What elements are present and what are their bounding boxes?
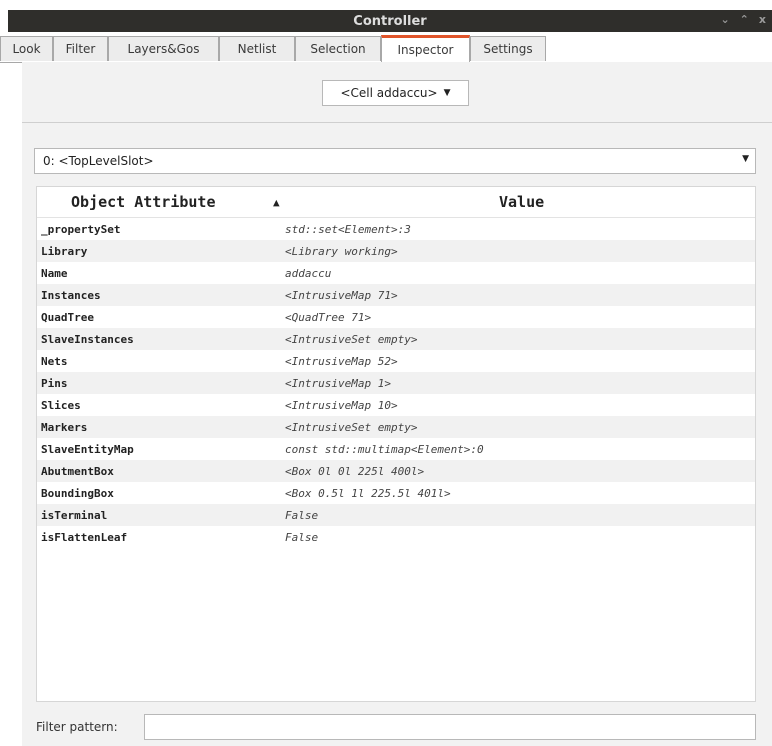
row-value: <IntrusiveMap 1>: [285, 376, 391, 390]
row-attribute: isFlattenLeaf: [41, 530, 128, 544]
row-value: <Box 0.5l 1l 225.5l 401l>: [285, 486, 451, 500]
cell-select[interactable]: <Cell addaccu> ▼: [322, 80, 469, 106]
table-row[interactable]: Slices <IntrusiveMap 10>: [37, 394, 755, 416]
row-value: <IntrusiveMap 71>: [285, 288, 398, 302]
table-body: _propertySet std::set<Element>:3 Library <…: [37, 218, 755, 548]
tab-inspector[interactable]: Inspector: [381, 35, 470, 62]
row-attribute: Nets: [41, 354, 68, 368]
table-row[interactable]: Instances <IntrusiveMap 71>: [37, 284, 755, 306]
table-row[interactable]: Pins <IntrusiveMap 1>: [37, 372, 755, 394]
table-row[interactable]: Markers <IntrusiveSet empty>: [37, 416, 755, 438]
tab-look[interactable]: Look: [0, 36, 53, 61]
row-value: <IntrusiveMap 52>: [285, 354, 398, 368]
table-row[interactable]: SlaveInstances <IntrusiveSet empty>: [37, 328, 755, 350]
table-row[interactable]: AbutmentBox <Box 0l 0l 225l 400l>: [37, 460, 755, 482]
row-attribute: AbutmentBox: [41, 464, 114, 478]
cell-select-value: <Cell addaccu>: [340, 86, 438, 100]
tab-netlist[interactable]: Netlist: [219, 36, 295, 61]
tab-settings[interactable]: Settings: [470, 36, 546, 61]
table-row[interactable]: _propertySet std::set<Element>:3: [37, 218, 755, 240]
title-bar: Controller ⌄ ⌃ x: [8, 10, 772, 32]
row-attribute: Slices: [41, 398, 81, 412]
table-row[interactable]: isFlattenLeaf False: [37, 526, 755, 548]
window-title: Controller: [353, 13, 427, 29]
sort-ascending-icon: ▲: [273, 195, 280, 209]
row-attribute: SlaveInstances: [41, 332, 134, 346]
maximize-icon[interactable]: ⌃: [740, 13, 749, 26]
tab-selection[interactable]: Selection: [295, 36, 381, 61]
row-value: <IntrusiveSet empty>: [285, 420, 418, 434]
row-value: addaccu: [285, 266, 332, 280]
table-row[interactable]: Library <Library working>: [37, 240, 755, 262]
filter-pattern-label: Filter pattern:: [36, 720, 118, 734]
row-value: <Box 0l 0l 225l 400l>: [285, 464, 425, 478]
table-row[interactable]: isTerminal False: [37, 504, 755, 526]
path-combo[interactable]: 0: <TopLevelSlot> ▼: [34, 148, 756, 174]
column-header-value[interactable]: Value: [499, 193, 544, 211]
tab-bar: Look Filter Layers&Gos Netlist Selection…: [0, 34, 772, 63]
chevron-down-icon: ▼: [443, 88, 451, 98]
minimize-icon[interactable]: ⌄: [720, 13, 729, 26]
row-attribute: QuadTree: [41, 310, 94, 324]
attribute-table: Object Attribute ▲ Value _propertySet std…: [36, 186, 756, 702]
tab-filter[interactable]: Filter: [53, 36, 108, 61]
row-attribute: Pins: [41, 376, 68, 390]
tab-layers-gos[interactable]: Layers&Gos: [108, 36, 219, 61]
row-value: <IntrusiveSet empty>: [285, 332, 418, 346]
row-attribute: SlaveEntityMap: [41, 442, 134, 456]
row-attribute: Name: [41, 266, 68, 280]
table-row[interactable]: Nets <IntrusiveMap 52>: [37, 350, 755, 372]
table-row[interactable]: BoundingBox <Box 0.5l 1l 225.5l 401l>: [37, 482, 755, 504]
table-row[interactable]: QuadTree <QuadTree 71>: [37, 306, 755, 328]
inspector-panel: <Cell addaccu> ▼ 0: <TopLevelSlot> ▼ Obj…: [22, 62, 772, 746]
column-header-attribute[interactable]: Object Attribute: [71, 193, 216, 211]
row-value: <Library working>: [285, 244, 398, 258]
row-attribute: _propertySet: [41, 222, 121, 236]
table-row[interactable]: SlaveEntityMap const std::multimap<Elemen…: [37, 438, 755, 460]
row-attribute: BoundingBox: [41, 486, 114, 500]
row-value: <QuadTree 71>: [285, 310, 372, 324]
row-value: False: [285, 530, 319, 544]
path-value: 0: <TopLevelSlot>: [43, 154, 154, 168]
row-attribute: isTerminal: [41, 508, 108, 522]
row-value: const std::multimap<Element>:0: [285, 442, 484, 456]
row-attribute: Instances: [41, 288, 101, 302]
row-value: std::set<Element>:3: [285, 222, 411, 236]
close-icon[interactable]: x: [759, 13, 766, 26]
table-header: Object Attribute ▲ Value: [37, 187, 755, 218]
row-value: <IntrusiveMap 10>: [285, 398, 398, 412]
row-attribute: Library: [41, 244, 88, 258]
filter-pattern-input[interactable]: [144, 714, 756, 740]
chevron-down-icon: ▼: [742, 154, 749, 164]
row-value: False: [285, 508, 319, 522]
divider: [22, 122, 772, 123]
table-row[interactable]: Name addaccu: [37, 262, 755, 284]
window-controls: ⌄ ⌃ x: [720, 13, 766, 26]
row-attribute: Markers: [41, 420, 88, 434]
